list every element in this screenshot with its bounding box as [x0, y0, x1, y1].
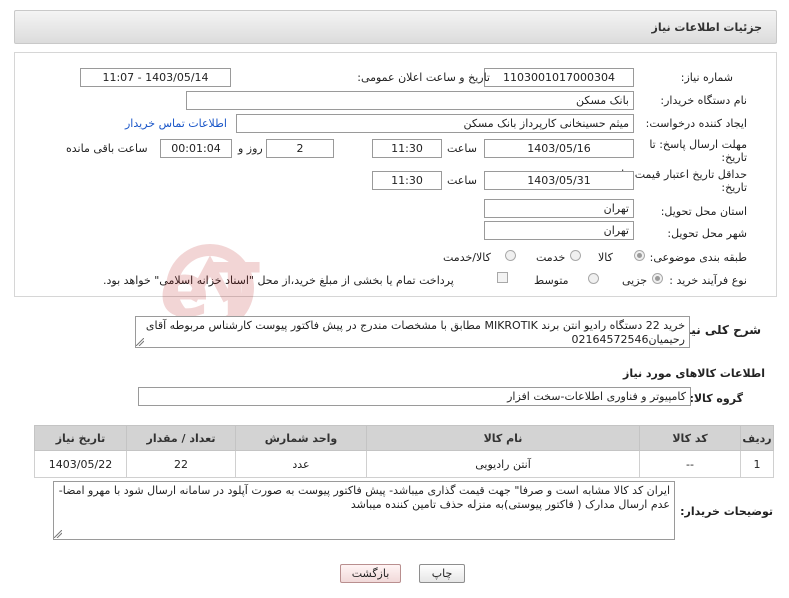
cell-code: -- — [639, 450, 741, 478]
province-field[interactable]: تهران — [484, 199, 634, 218]
requester-label: ایجاد کننده درخواست: — [645, 117, 747, 130]
resize-grip-icon[interactable] — [54, 530, 62, 538]
page-title: جزئیات اطلاعات نیاز — [651, 21, 763, 34]
announce-datetime-field[interactable]: 1403/05/14 - 11:07 — [80, 68, 231, 87]
validity-date-field[interactable]: 1403/05/31 — [484, 171, 634, 190]
table-header-row: ردیف کد کالا نام کالا واحد شمارش تعداد /… — [34, 425, 774, 451]
remaining-label: ساعت باقی مانده — [66, 142, 148, 155]
buyer-contact-link[interactable]: اطلاعات تماس خریدار — [125, 117, 227, 130]
buyer-org-field[interactable]: بانک مسکن — [186, 91, 634, 110]
price-validity-label: حداقل تاریخ اعتبار قیمت: تا — [621, 168, 747, 181]
requester-field[interactable]: میثم حسینخانی کارپرداز بانک مسکن — [236, 114, 634, 133]
general-desc-field[interactable]: خرید 22 دستگاه رادیو انتن برند MIKROTIK … — [135, 316, 690, 348]
col-need-date: تاریخ نیاز — [34, 425, 127, 451]
remaining-time-field[interactable]: 00:01:04 — [160, 139, 232, 158]
cell-qty: 22 — [126, 450, 236, 478]
resize-grip-icon[interactable] — [136, 338, 144, 346]
col-unit: واحد شمارش — [235, 425, 367, 451]
price-validity-date-label: تاریخ: — [721, 181, 747, 194]
reply-deadline-label: مهلت ارسال پاسخ: تا — [649, 138, 747, 151]
announce-datetime-label: تاریخ و ساعت اعلان عمومی: — [357, 71, 490, 84]
reply-days-field[interactable]: 2 — [266, 139, 334, 158]
cell-need-date: 1403/05/22 — [34, 450, 127, 478]
reply-date-field[interactable]: 1403/05/16 — [484, 139, 634, 158]
cell-row: 1 — [740, 450, 774, 478]
cell-name: آنتن رادیویی — [366, 450, 640, 478]
page-header: جزئیات اطلاعات نیاز — [14, 10, 777, 44]
goods-group-field[interactable]: کامپیوتر و فناوری اطلاعات-سخت افزار — [138, 387, 691, 406]
back-button[interactable]: بازگشت — [340, 564, 401, 583]
cell-unit: عدد — [235, 450, 367, 478]
days-and-label: روز و — [238, 142, 263, 155]
print-button[interactable]: چاپ — [419, 564, 465, 583]
reply-time-field[interactable]: 11:30 — [372, 139, 442, 158]
col-name: نام کالا — [366, 425, 640, 451]
col-code: کد کالا — [639, 425, 741, 451]
table-row[interactable]: 1 -- آنتن رادیویی عدد 22 1403/05/22 — [34, 450, 774, 478]
need-number-field[interactable]: 1103001017000304 — [484, 68, 634, 87]
col-qty: تعداد / مقدار — [126, 425, 236, 451]
reply-time-label: ساعت — [447, 142, 477, 155]
buyer-notes-field[interactable]: ایران کد کالا مشابه است و صرفا" جهت قیمت… — [53, 481, 675, 540]
reply-deadline-date-label: تاریخ: — [721, 151, 747, 164]
validity-time-field[interactable]: 11:30 — [372, 171, 442, 190]
goods-info-heading: اطلاعات کالاهای مورد نیاز — [623, 367, 765, 380]
col-row: ردیف — [740, 425, 774, 451]
buyer-org-label: نام دستگاه خریدار: — [660, 94, 747, 107]
goods-group-label: گروه کالا: — [689, 392, 743, 405]
need-number-label: شماره نیاز: — [680, 71, 733, 84]
province-label: استان محل تحویل: — [660, 205, 747, 218]
buyer-notes-label: توضیحات خریدار: — [680, 505, 773, 518]
goods-table: ردیف کد کالا نام کالا واحد شمارش تعداد /… — [34, 425, 774, 478]
validity-time-label: ساعت — [447, 174, 477, 187]
